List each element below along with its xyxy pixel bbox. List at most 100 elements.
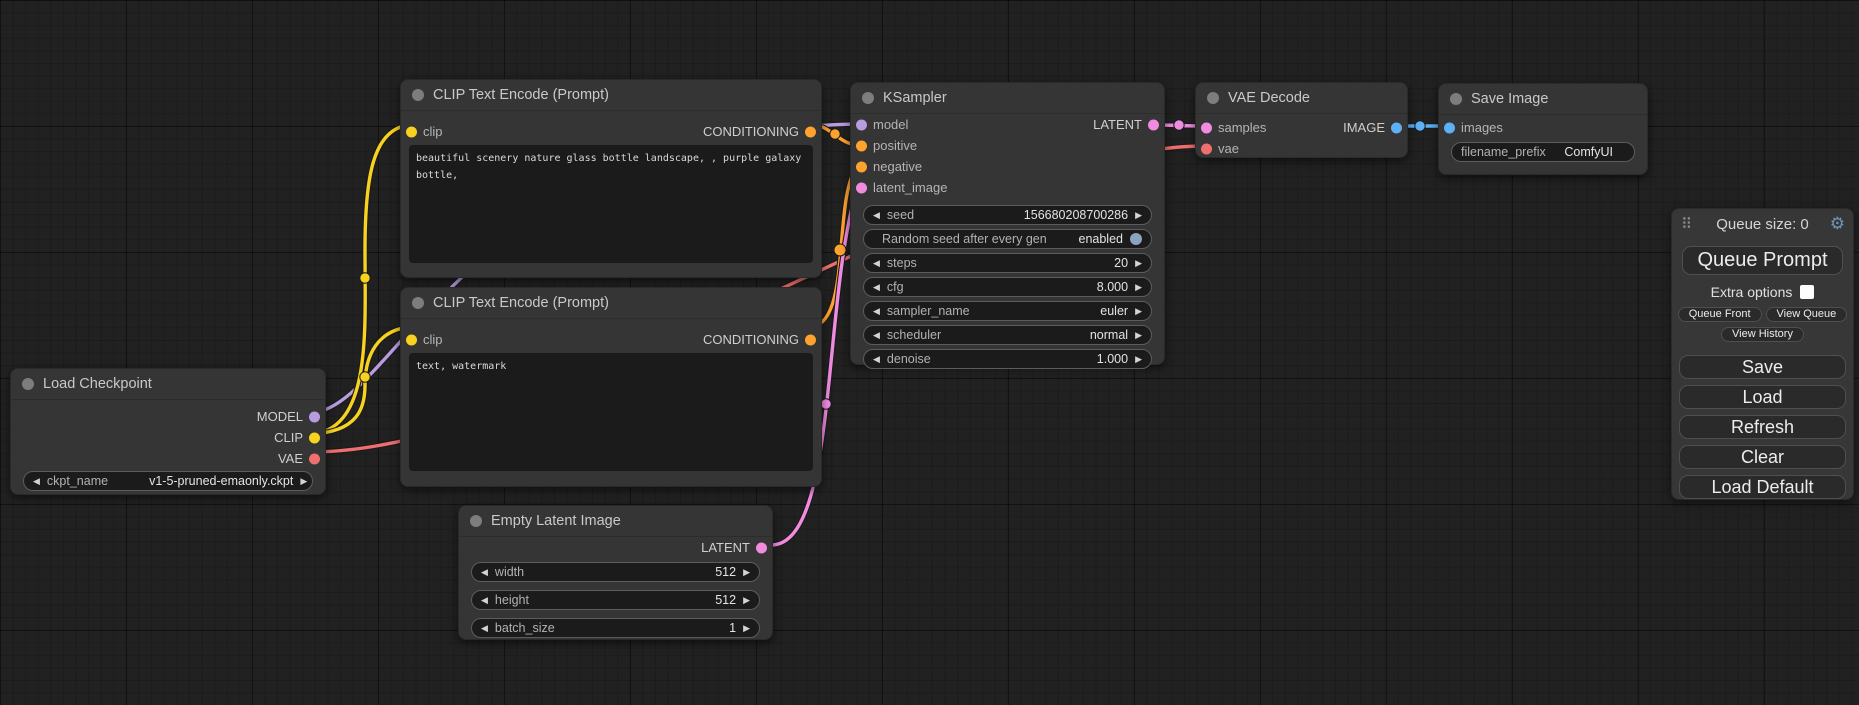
- slot-row-vae: vae: [1196, 138, 1407, 159]
- increment-icon[interactable]: ▶: [743, 596, 750, 605]
- load-default-button[interactable]: Load Default: [1679, 475, 1846, 499]
- collapse-dot-icon[interactable]: [412, 297, 424, 309]
- steps-widget[interactable]: ◀ steps 20 ▶: [863, 253, 1152, 273]
- node-titlebar[interactable]: VAE Decode: [1196, 83, 1407, 114]
- extra-options-checkbox[interactable]: [1800, 285, 1814, 299]
- node-empty-latent-image[interactable]: Empty Latent Image LATENT ◀ width 512 ▶ …: [458, 505, 773, 640]
- collapse-dot-icon[interactable]: [1207, 92, 1219, 104]
- node-titlebar[interactable]: CLIP Text Encode (Prompt): [401, 80, 821, 111]
- decrement-icon[interactable]: ◀: [873, 259, 880, 268]
- images-input-dot[interactable]: [1444, 122, 1455, 133]
- node-clip-text-encode-positive[interactable]: CLIP Text Encode (Prompt) clip CONDITION…: [400, 79, 822, 278]
- seed-widget[interactable]: ◀ seed 156680208700286 ▶: [863, 205, 1152, 225]
- prev-value-icon[interactable]: ◀: [873, 307, 880, 316]
- node-titlebar[interactable]: Load Checkpoint: [11, 369, 325, 400]
- ckpt-name-widget[interactable]: ◀ ckpt_name v1-5-pruned-emaonly.ckpt ▶: [23, 471, 313, 491]
- decrement-icon[interactable]: ◀: [873, 211, 880, 220]
- cfg-widget[interactable]: ◀ cfg 8.000 ▶: [863, 277, 1152, 297]
- increment-icon[interactable]: ▶: [1135, 211, 1142, 220]
- drag-handle-icon[interactable]: ⠿: [1681, 215, 1692, 233]
- vae-input-dot[interactable]: [1201, 143, 1212, 154]
- next-value-icon[interactable]: ▶: [1135, 307, 1142, 316]
- queue-front-button[interactable]: Queue Front: [1678, 307, 1762, 322]
- image-output-dot[interactable]: [1391, 122, 1402, 133]
- decrement-icon[interactable]: ◀: [481, 624, 488, 633]
- node-clip-text-encode-negative[interactable]: CLIP Text Encode (Prompt) clip CONDITION…: [400, 287, 822, 487]
- increment-icon[interactable]: ▶: [743, 568, 750, 577]
- comfyui-canvas[interactable]: { "icons": { "left_arrow": "◀", "right_a…: [0, 0, 1859, 705]
- clear-button[interactable]: Clear: [1679, 445, 1846, 469]
- denoise-widget[interactable]: ◀ denoise 1.000 ▶: [863, 349, 1152, 369]
- save-button[interactable]: Save: [1679, 355, 1846, 379]
- extra-options-label: Extra options: [1711, 284, 1793, 300]
- queue-prompt-button[interactable]: Queue Prompt: [1682, 246, 1843, 275]
- prev-value-icon[interactable]: ◀: [873, 331, 880, 340]
- decrement-icon[interactable]: ◀: [873, 355, 880, 364]
- toggle-on-icon[interactable]: [1130, 233, 1142, 245]
- width-widget[interactable]: ◀ width 512 ▶: [471, 562, 760, 582]
- latent-image-input-dot[interactable]: [856, 182, 867, 193]
- positive-prompt-textarea[interactable]: beautiful scenery nature glass bottle la…: [409, 145, 813, 263]
- model-output-dot[interactable]: [309, 411, 320, 422]
- collapse-dot-icon[interactable]: [862, 92, 874, 104]
- filename-prefix-widget[interactable]: filename_prefix ComfyUI: [1451, 142, 1635, 162]
- samples-input-dot[interactable]: [1201, 122, 1212, 133]
- output-model: MODEL: [11, 406, 325, 427]
- output-latent: LATENT: [459, 537, 772, 558]
- node-load-checkpoint[interactable]: Load Checkpoint MODEL CLIP VAE ◀ ckpt_na…: [10, 368, 326, 495]
- view-history-button[interactable]: View History: [1721, 327, 1804, 342]
- negative-prompt-textarea[interactable]: text, watermark: [409, 353, 813, 471]
- latent-output-dot[interactable]: [756, 542, 767, 553]
- vae-output-dot[interactable]: [309, 453, 320, 464]
- node-title: VAE Decode: [1228, 90, 1310, 106]
- random-seed-toggle-widget[interactable]: Random seed after every gen enabled: [863, 229, 1152, 249]
- clip-input-dot[interactable]: [406, 334, 417, 345]
- batch-size-widget[interactable]: ◀ batch_size 1 ▶: [471, 618, 760, 638]
- slot-row-model: model LATENT: [851, 114, 1164, 135]
- node-save-image[interactable]: Save Image images filename_prefix ComfyU…: [1438, 83, 1648, 175]
- prev-value-icon[interactable]: ◀: [33, 477, 40, 486]
- slot-row-images: images: [1439, 117, 1647, 138]
- model-input-dot[interactable]: [856, 119, 867, 130]
- sampler-name-widget[interactable]: ◀ sampler_name euler ▶: [863, 301, 1152, 321]
- node-titlebar[interactable]: Empty Latent Image: [459, 506, 772, 537]
- node-ksampler[interactable]: KSampler model LATENT positive negative …: [850, 82, 1165, 365]
- conditioning-output-dot[interactable]: [805, 126, 816, 137]
- gear-icon[interactable]: ⚙: [1830, 214, 1845, 234]
- next-value-icon[interactable]: ▶: [300, 477, 307, 486]
- clip-output-dot[interactable]: [309, 432, 320, 443]
- load-button[interactable]: Load: [1679, 385, 1846, 409]
- node-vae-decode[interactable]: VAE Decode samples IMAGE vae: [1195, 82, 1408, 158]
- queue-size-label: Queue size: 0: [1716, 216, 1809, 233]
- next-value-icon[interactable]: ▶: [1135, 331, 1142, 340]
- increment-icon[interactable]: ▶: [1135, 259, 1142, 268]
- latent-output-dot[interactable]: [1148, 119, 1159, 130]
- refresh-button[interactable]: Refresh: [1679, 415, 1846, 439]
- view-queue-button[interactable]: View Queue: [1766, 307, 1848, 322]
- clip-input-dot[interactable]: [406, 126, 417, 137]
- decrement-icon[interactable]: ◀: [481, 596, 488, 605]
- collapse-dot-icon[interactable]: [1450, 93, 1462, 105]
- decrement-icon[interactable]: ◀: [873, 283, 880, 292]
- collapse-dot-icon[interactable]: [22, 378, 34, 390]
- increment-icon[interactable]: ▶: [743, 624, 750, 633]
- decrement-icon[interactable]: ◀: [481, 568, 488, 577]
- collapse-dot-icon[interactable]: [412, 89, 424, 101]
- node-titlebar[interactable]: CLIP Text Encode (Prompt): [401, 288, 821, 319]
- node-title: CLIP Text Encode (Prompt): [433, 295, 609, 311]
- node-title: Load Checkpoint: [43, 376, 152, 392]
- positive-input-dot[interactable]: [856, 140, 867, 151]
- output-clip: CLIP: [11, 427, 325, 448]
- output-vae: VAE: [11, 448, 325, 469]
- slot-row-negative: negative: [851, 156, 1164, 177]
- node-titlebar[interactable]: KSampler: [851, 83, 1164, 114]
- increment-icon[interactable]: ▶: [1135, 283, 1142, 292]
- negative-input-dot[interactable]: [856, 161, 867, 172]
- slot-row: clip CONDITIONING: [401, 329, 821, 350]
- conditioning-output-dot[interactable]: [805, 334, 816, 345]
- scheduler-widget[interactable]: ◀ scheduler normal ▶: [863, 325, 1152, 345]
- height-widget[interactable]: ◀ height 512 ▶: [471, 590, 760, 610]
- increment-icon[interactable]: ▶: [1135, 355, 1142, 364]
- node-titlebar[interactable]: Save Image: [1439, 84, 1647, 115]
- collapse-dot-icon[interactable]: [470, 515, 482, 527]
